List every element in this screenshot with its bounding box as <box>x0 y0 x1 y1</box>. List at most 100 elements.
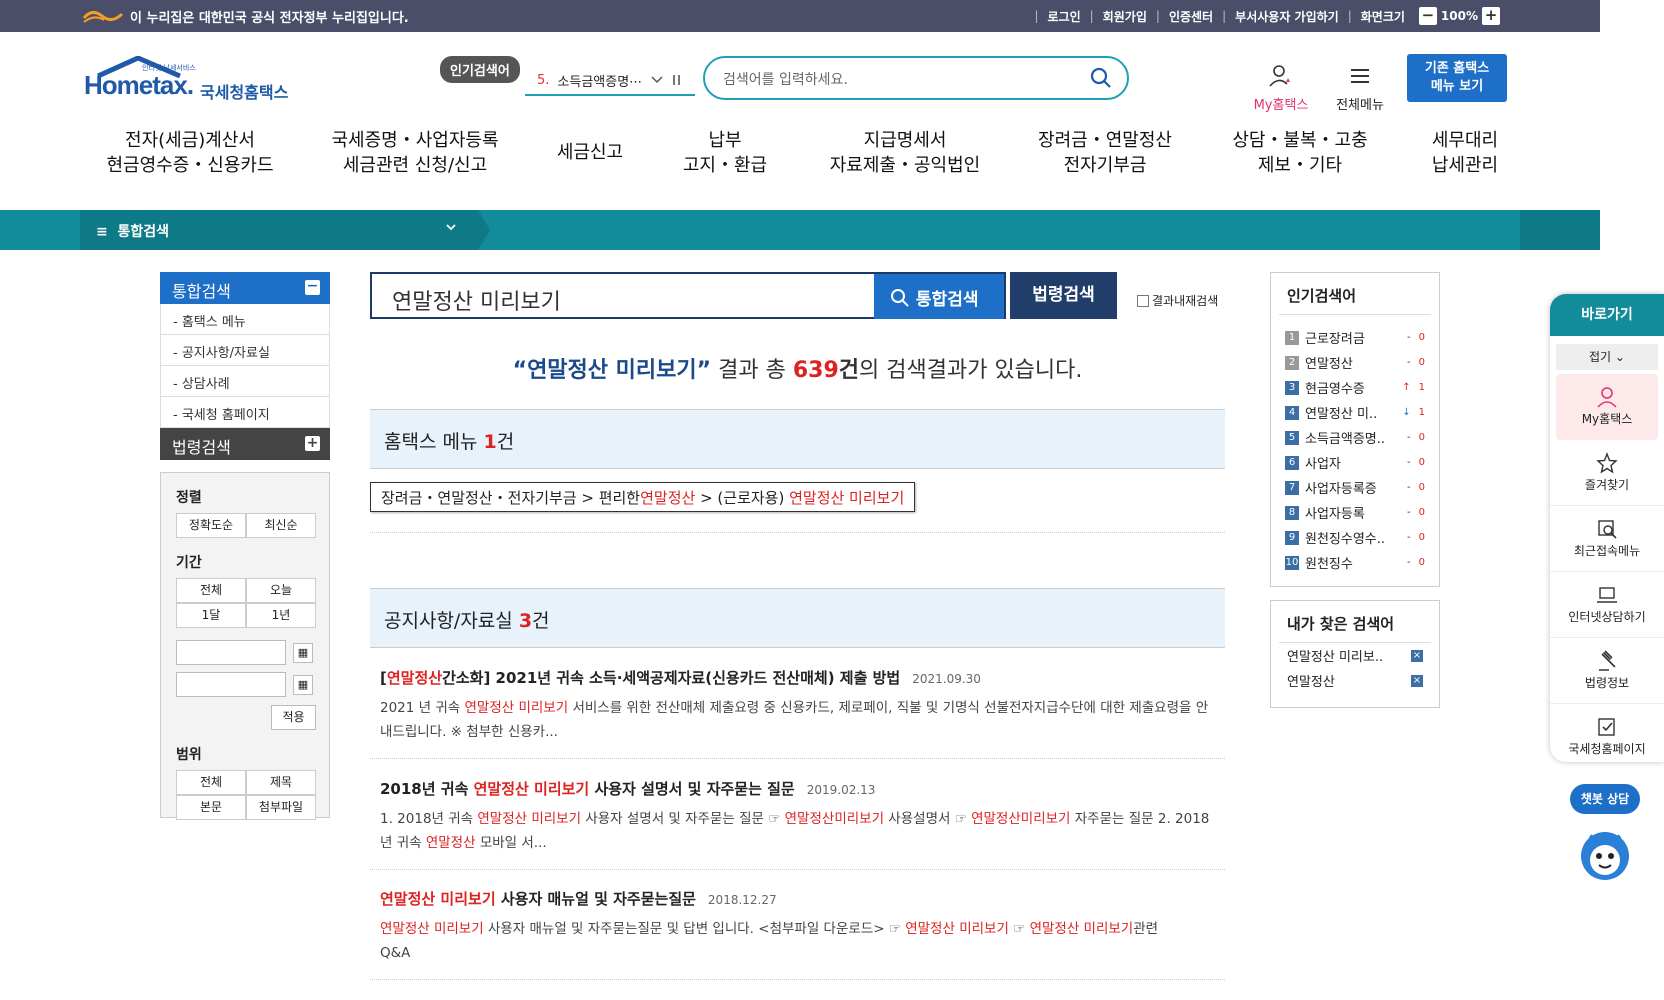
header-search-input[interactable]: 검색어를 입력하세요. <box>703 56 1129 100</box>
result-title[interactable]: 2018년 귀속 연말정산 미리보기 사용자 설명서 및 자주묻는 질문 2019… <box>380 778 1220 799</box>
apply-button[interactable]: 적용 <box>271 705 316 730</box>
popular-term: 현금영수증 <box>1305 382 1365 397</box>
calendar-icon[interactable]: ▦ <box>293 674 313 695</box>
my-search-item[interactable]: 연말정산 × <box>1271 668 1439 693</box>
pause-icon[interactable] <box>672 74 682 86</box>
gnb-item-agent[interactable]: 세무대리 납세관리 <box>1410 128 1520 178</box>
popular-item[interactable]: 3 현금영수증 ↑ 1 <box>1285 375 1425 400</box>
popular-item[interactable]: 8 사업자등록 -0 <box>1285 500 1425 525</box>
scope-body-button[interactable]: 본문 <box>176 795 246 820</box>
period-year-button[interactable]: 1년 <box>246 603 316 628</box>
lnb-item-nts[interactable]: - 국세청 홈페이지 <box>160 397 330 428</box>
chevron-down-icon[interactable] <box>650 75 664 85</box>
main-search-input[interactable]: 연말정산 미리보기 통합검색 <box>370 272 1006 319</box>
popular-item[interactable]: 9 원천징수영수.. -0 <box>1285 525 1425 550</box>
quick-menu: 바로가기 접기 ⌄ My홈택스 즐겨찾기 최근접속메뉴 인터넷상담하기 법령정보… <box>1550 294 1664 762</box>
search-in-result-checkbox[interactable] <box>1137 294 1149 307</box>
all-menu-button[interactable]: 전체메뉴 <box>1325 64 1395 113</box>
gnb-item-payment[interactable]: 납부 고지・환급 <box>670 128 780 178</box>
gnb-item-consult[interactable]: 상담・불복・고충 제보・기타 <box>1220 128 1380 178</box>
old-btn-line2: 메뉴 보기 <box>1430 79 1484 94</box>
divider <box>370 532 1225 533</box>
chatbot-label[interactable]: 챗봇 상담 <box>1570 784 1640 814</box>
rank-badge: 10 <box>1285 555 1299 570</box>
calendar-icon[interactable]: ▦ <box>293 642 313 663</box>
gnb-item-certificate[interactable]: 국세증명・사업자등록 세금관련 신청/신고 <box>320 128 510 178</box>
integrated-search-button[interactable]: 통합검색 <box>874 274 1004 319</box>
popular-roll[interactable]: 5. 소득금액증명⋯ <box>525 66 695 96</box>
popular-title: 인기검색어 <box>1279 273 1431 315</box>
scope-all-button[interactable]: 전체 <box>176 770 246 795</box>
summary-keyword: 연말정산 미리보기 <box>527 358 697 383</box>
cert-center-link[interactable]: 인증센터 <box>1169 8 1213 25</box>
period-all-button[interactable]: 전체 <box>176 578 246 603</box>
lnb-item-notice[interactable]: - 공지사항/자료실 <box>160 335 330 366</box>
result-title[interactable]: [연말정산간소화] 2021년 귀속 소득·세액공제자료(신용카드 전산매체) … <box>380 667 1220 688</box>
rank-badge: 5 <box>1285 430 1299 445</box>
dept-user-link[interactable]: 부서사용자 가입하기 <box>1235 8 1339 25</box>
scope-attach-button[interactable]: 첨부파일 <box>246 795 316 820</box>
popular-item[interactable]: 10 원천징수 -0 <box>1285 550 1425 575</box>
search-in-result[interactable]: 결과내재검색 <box>1137 292 1218 309</box>
date-to-input[interactable] <box>176 672 286 697</box>
quick-my-hometax[interactable]: My홈택스 <box>1556 374 1658 440</box>
old-hometax-button[interactable]: 기존 홈택스 메뉴 보기 <box>1407 54 1507 102</box>
result-body: 1. 2018년 귀속 연말정산 미리보기 사용자 설명서 및 자주묻는 질문 … <box>380 811 1210 851</box>
list-item[interactable]: [연말정산간소화] 2021년 귀속 소득·세액공제자료(신용카드 전산매체) … <box>380 667 1220 744</box>
chatbot-widget[interactable]: 챗봇 상담 <box>1570 784 1640 888</box>
period-title: 기간 <box>176 555 202 571</box>
period-today-button[interactable]: 오늘 <box>246 578 316 603</box>
checklist-icon <box>1598 718 1615 736</box>
zoom-in-button[interactable]: + <box>1482 7 1500 25</box>
lnb-head-law[interactable]: 법령검색 + <box>160 428 330 460</box>
gnb-item-statement[interactable]: 지급명세서 자료제출・공익법인 <box>815 128 995 178</box>
sort-accuracy-button[interactable]: 정확도순 <box>176 513 246 538</box>
popular-keywords-box: 인기검색어 1 근로장려금 -0 2 연말정산 -0 3 현금영수증 ↑ 1 4 연말정산 미.. ↓ 1… <box>1270 272 1440 587</box>
popular-item[interactable]: 1 근로장려금 -0 <box>1285 325 1425 350</box>
lnb-head-integrated[interactable]: 통합검색 − <box>160 272 330 304</box>
gnb-item-invoice[interactable]: 전자(세금)계산서 현금영수증・신용카드 <box>100 128 280 178</box>
zoom-out-button[interactable]: − <box>1418 7 1437 25</box>
delete-icon[interactable]: × <box>1411 674 1423 687</box>
collapse-icon[interactable]: − <box>305 279 320 295</box>
lnb-item-consult[interactable]: - 상담사례 <box>160 366 330 397</box>
quick-internet-consult[interactable]: 인터넷상담하기 <box>1550 572 1664 638</box>
search-icon <box>891 289 909 307</box>
quick-law-info[interactable]: 법령정보 <box>1550 638 1664 704</box>
gnb-item-tax-report[interactable]: 세금신고 <box>545 140 635 165</box>
list-item[interactable]: 연말정산 미리보기 사용자 매뉴얼 및 자주묻는질문 2018.12.27 연말정… <box>380 888 1220 965</box>
hometax-logo[interactable]: 인터넷 납세서비스 Hometax. 국세청홈택스 <box>82 56 302 110</box>
date-from-input[interactable] <box>176 640 286 665</box>
quick-nts-homepage[interactable]: 국세청홈페이지 <box>1550 704 1664 762</box>
law-search-button[interactable]: 법령검색 <box>1010 272 1117 319</box>
period-month-button[interactable]: 1달 <box>176 603 246 628</box>
my-hometax-link[interactable]: My홈택스 <box>1246 64 1316 113</box>
delete-icon[interactable]: × <box>1411 649 1423 662</box>
rank-badge: 7 <box>1285 480 1299 495</box>
login-link[interactable]: 로그인 <box>1048 8 1081 25</box>
popular-item[interactable]: 4 연말정산 미.. ↓ 1 <box>1285 400 1425 425</box>
location-bar: ≡ 통합검색 <box>0 210 1600 250</box>
scope-title-button[interactable]: 제목 <box>246 770 316 795</box>
lnb-item-menu[interactable]: - 홈택스 메뉴 <box>160 304 330 335</box>
popular-item[interactable]: 5 소득금액증명.. -0 <box>1285 425 1425 450</box>
search-icon[interactable] <box>1089 66 1113 90</box>
sort-latest-button[interactable]: 최신순 <box>246 513 316 538</box>
result-date: 2021.09.30 <box>912 672 981 686</box>
menu-path-result[interactable]: 장려금・연말정산・전자기부금 > 편리한연말정산 > (근로자용) 연말정산 미… <box>370 482 916 512</box>
popular-item[interactable]: 6 사업자 -0 <box>1285 450 1425 475</box>
quick-recent-menu[interactable]: 최근접속메뉴 <box>1550 506 1664 572</box>
chatbot-mascot-icon[interactable] <box>1570 818 1640 888</box>
quick-favorites[interactable]: 즐겨찾기 <box>1550 440 1664 506</box>
gnb-item-yearend[interactable]: 장려금・연말정산 전자기부금 <box>1020 128 1190 178</box>
quick-fold-button[interactable]: 접기 ⌄ <box>1556 344 1658 370</box>
popular-item[interactable]: 7 사업자등록증 -0 <box>1285 475 1425 500</box>
expand-icon[interactable]: + <box>305 436 320 451</box>
list-item[interactable]: 2018년 귀속 연말정산 미리보기 사용자 설명서 및 자주묻는 질문 2019… <box>380 778 1220 855</box>
my-search-item[interactable]: 연말정산 미리보.. × <box>1271 643 1439 668</box>
all-menu-label: 전체메뉴 <box>1336 98 1384 113</box>
location-dropdown[interactable]: ≡ 통합검색 <box>80 210 478 250</box>
popular-item[interactable]: 2 연말정산 -0 <box>1285 350 1425 375</box>
signup-link[interactable]: 회원가입 <box>1103 8 1147 25</box>
result-title[interactable]: 연말정산 미리보기 사용자 매뉴얼 및 자주묻는질문 2018.12.27 <box>380 888 1220 909</box>
